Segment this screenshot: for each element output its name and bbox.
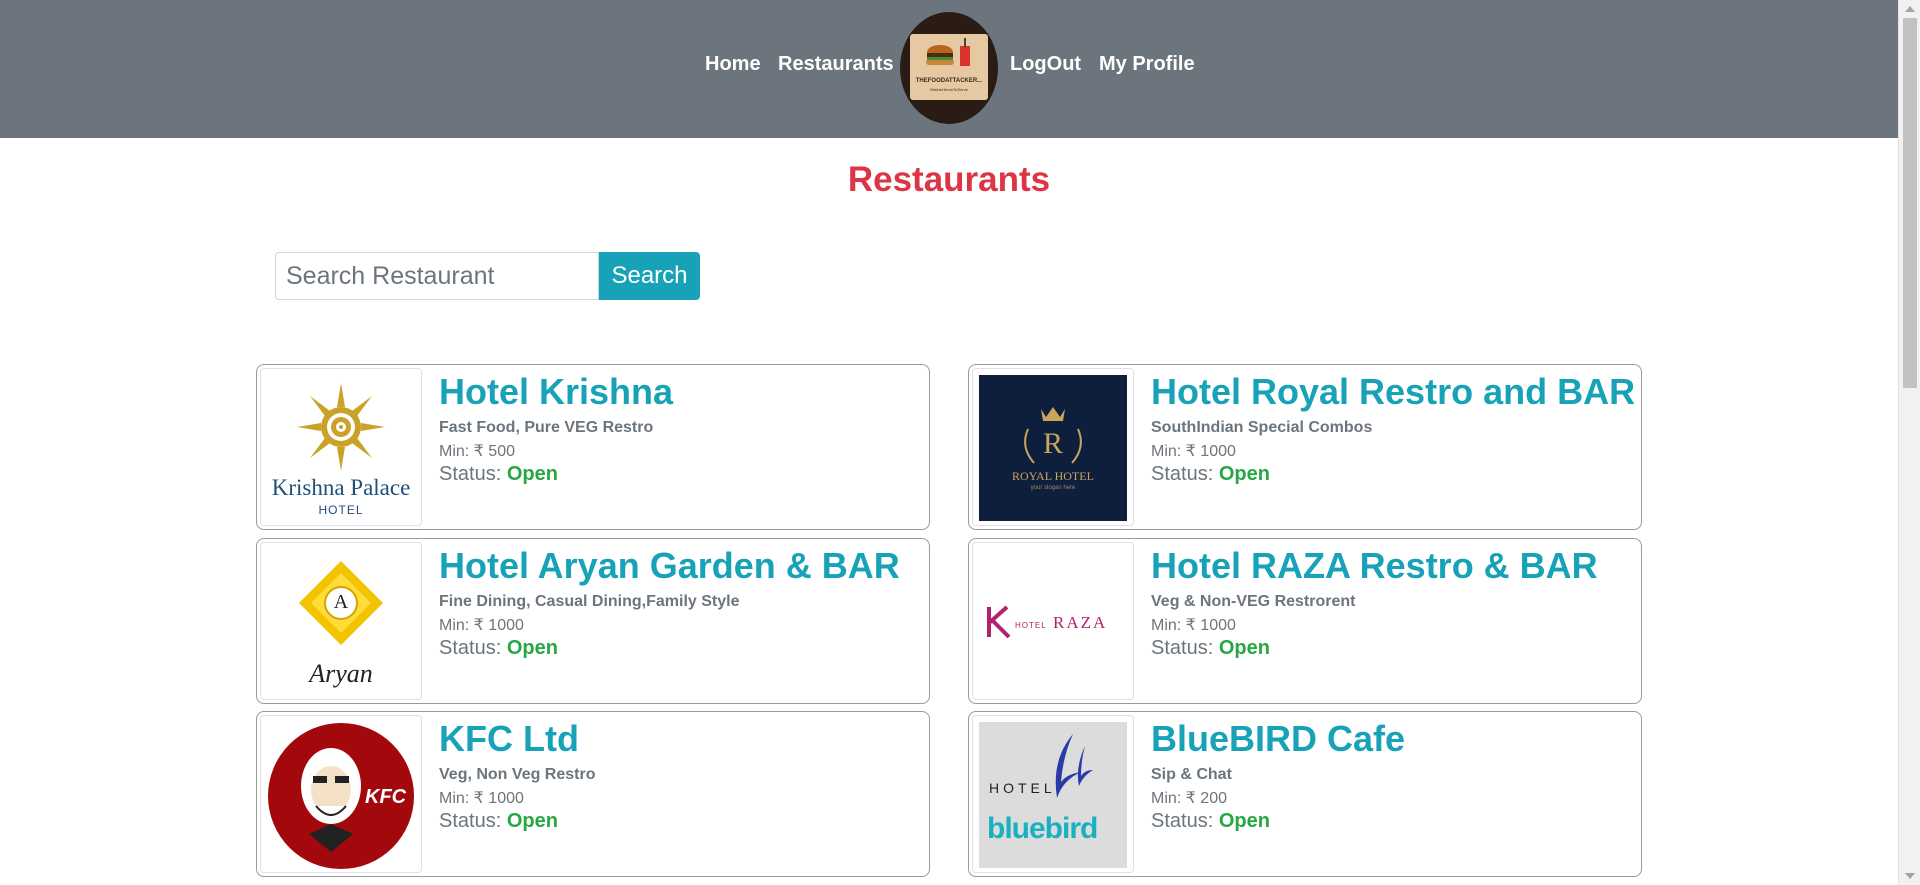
restaurant-name[interactable]: Hotel Royal Restro and BAR bbox=[1151, 371, 1635, 413]
restaurant-logo: KFC bbox=[260, 715, 422, 873]
logo-text: Krishna Palace bbox=[271, 475, 411, 500]
navbar: Home Restaurants THEFOODATTACKER... WeAr… bbox=[0, 0, 1898, 138]
restaurant-min-price: Min: ₹ 1000 bbox=[1151, 443, 1236, 460]
burger-drink-icon bbox=[926, 38, 970, 66]
logo-subtext: your slogan here bbox=[1030, 485, 1076, 491]
restaurant-name[interactable]: KFC Ltd bbox=[439, 718, 579, 760]
logo-badge: THEFOODATTACKER... WeAreHereeToServe bbox=[910, 34, 988, 100]
restaurant-min-price: Min: ₹ 200 bbox=[1151, 790, 1227, 807]
logo-letter: R bbox=[1042, 427, 1063, 460]
restaurant-logo: HOTEL RAZA bbox=[972, 542, 1134, 700]
nav-restaurants-link[interactable]: Restaurants bbox=[778, 53, 894, 76]
restaurant-logo: R ROYAL HOTEL your slogan here bbox=[972, 368, 1134, 526]
status-badge: Open bbox=[1218, 810, 1270, 832]
status-badge: Open bbox=[506, 463, 558, 485]
vertical-scrollbar[interactable] bbox=[1898, 0, 1920, 885]
logo-text: RAZA bbox=[1053, 613, 1108, 632]
restaurant-name[interactable]: Hotel RAZA Restro & BAR bbox=[1151, 545, 1598, 587]
raza-k-icon bbox=[987, 605, 1011, 639]
restaurant-card[interactable]: HOTEL bluebird BlueBIRD Cafe Sip & Chat … bbox=[968, 711, 1642, 877]
status-label: Status: bbox=[1151, 463, 1214, 485]
restaurant-status: Status: Open bbox=[439, 810, 558, 833]
status-badge: Open bbox=[1218, 463, 1270, 485]
restaurant-status: Status: Open bbox=[1151, 463, 1270, 486]
restaurant-cuisine: SouthIndian Special Combos bbox=[1151, 419, 1373, 436]
restaurant-card[interactable]: R ROYAL HOTEL your slogan here Hotel Roy… bbox=[968, 364, 1642, 530]
search-button[interactable]: Search bbox=[599, 252, 700, 300]
sun-logo-icon bbox=[297, 383, 385, 471]
nav-home-link[interactable]: Home bbox=[705, 53, 761, 76]
status-badge: Open bbox=[506, 637, 558, 659]
logo-text: Aryan bbox=[309, 659, 373, 688]
restaurant-logo: A Aryan bbox=[260, 542, 422, 700]
restaurant-min-price: Min: ₹ 1000 bbox=[1151, 617, 1236, 634]
restaurant-logo: HOTEL bluebird bbox=[972, 715, 1134, 873]
status-badge: Open bbox=[1218, 637, 1270, 659]
scroll-thumb[interactable] bbox=[1903, 18, 1917, 388]
site-logo[interactable]: THEFOODATTACKER... WeAreHereeToServe bbox=[900, 12, 998, 124]
nav-logout-link[interactable]: LogOut bbox=[1010, 53, 1081, 76]
scroll-down-arrow-icon[interactable] bbox=[1905, 873, 1915, 879]
status-label: Status: bbox=[1151, 810, 1214, 832]
restaurant-min-price: Min: ₹ 500 bbox=[439, 443, 515, 460]
logo-letter: A bbox=[333, 591, 349, 613]
logo-subtext: HOTEL bbox=[989, 780, 1056, 796]
restaurant-status: Status: Open bbox=[1151, 637, 1270, 660]
logo-text: KFC bbox=[365, 786, 407, 808]
status-badge: Open bbox=[506, 810, 558, 832]
restaurant-cuisine: Veg, Non Veg Restro bbox=[439, 766, 596, 783]
logo-subtext: HOTEL bbox=[318, 503, 364, 517]
logo-text: ROYAL HOTEL bbox=[1012, 469, 1094, 483]
logo-text: THEFOODATTACKER... bbox=[915, 78, 983, 84]
restaurant-cuisine: Sip & Chat bbox=[1151, 766, 1232, 783]
status-label: Status: bbox=[1151, 637, 1214, 659]
restaurant-cuisine: Veg & Non-VEG Restrorent bbox=[1151, 593, 1356, 610]
logo-subtext: WeAreHereeToServe bbox=[930, 87, 968, 92]
status-label: Status: bbox=[439, 637, 502, 659]
restaurant-status: Status: Open bbox=[1151, 810, 1270, 833]
restaurant-status: Status: Open bbox=[439, 637, 558, 660]
restaurant-card[interactable]: HOTEL RAZA Hotel RAZA Restro & BAR Veg &… bbox=[968, 538, 1642, 704]
restaurant-logo: Krishna Palace HOTEL bbox=[260, 368, 422, 526]
restaurant-card[interactable]: A Aryan Hotel Aryan Garden & BAR Fine Di… bbox=[256, 538, 930, 704]
restaurant-cuisine: Fast Food, Pure VEG Restro bbox=[439, 419, 654, 436]
status-label: Status: bbox=[439, 463, 502, 485]
restaurant-cuisine: Fine Dining, Casual Dining,Family Style bbox=[439, 593, 740, 610]
restaurant-name[interactable]: Hotel Krishna bbox=[439, 371, 673, 413]
restaurant-name[interactable]: Hotel Aryan Garden & BAR bbox=[439, 545, 900, 587]
status-label: Status: bbox=[439, 810, 502, 832]
restaurant-name[interactable]: BlueBIRD Cafe bbox=[1151, 718, 1405, 760]
search-input[interactable] bbox=[275, 252, 599, 300]
nav-profile-link[interactable]: My Profile bbox=[1099, 53, 1195, 76]
restaurant-min-price: Min: ₹ 1000 bbox=[439, 790, 524, 807]
restaurant-card[interactable]: Krishna Palace HOTEL Hotel Krishna Fast … bbox=[256, 364, 930, 530]
logo-subtext: HOTEL bbox=[1015, 621, 1047, 630]
restaurant-min-price: Min: ₹ 1000 bbox=[439, 617, 524, 634]
logo-text: bluebird bbox=[987, 812, 1098, 845]
scroll-up-arrow-icon[interactable] bbox=[1905, 6, 1915, 12]
restaurant-card[interactable]: KFC KFC Ltd Veg, Non Veg Restro Min: ₹ 1… bbox=[256, 711, 930, 877]
restaurant-status: Status: Open bbox=[439, 463, 558, 486]
page-title: Restaurants bbox=[847, 160, 1051, 199]
